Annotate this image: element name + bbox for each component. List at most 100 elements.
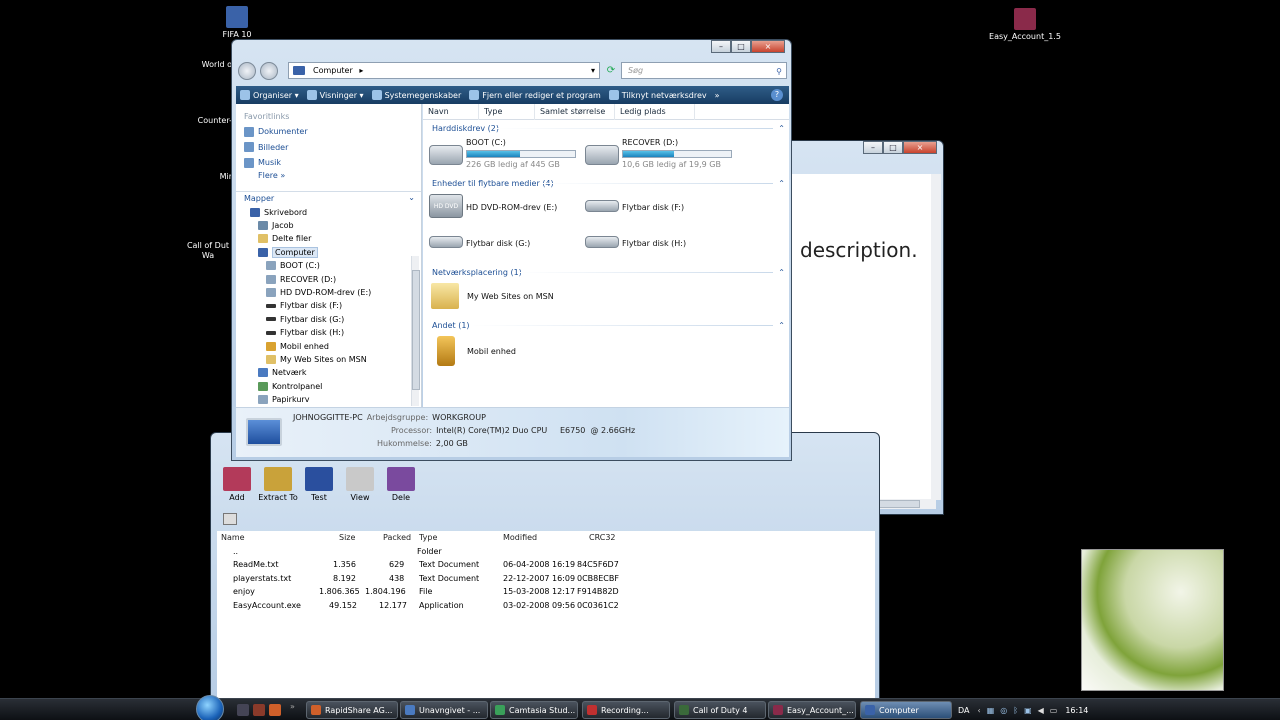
tree-item[interactable]: Papirkurv [236, 393, 421, 406]
tree-item[interactable]: Netværk [236, 366, 421, 379]
tree-scrollbar[interactable] [411, 256, 420, 406]
language-indicator[interactable]: DA [958, 706, 970, 715]
group-other[interactable]: Andet (1) ⌃ [423, 319, 789, 332]
wireless-tray-icon[interactable]: ◎ [1000, 706, 1007, 715]
close-button[interactable]: × [903, 141, 937, 154]
table-row[interactable]: ReadMe.txt 1.356 629 Text Document 06-04… [217, 558, 875, 572]
tree-item-computer[interactable]: Computer [236, 246, 421, 259]
task-button[interactable]: Camtasia Stud... [490, 701, 578, 719]
tray-expand-icon[interactable]: ‹ [978, 706, 981, 715]
winrar-window[interactable]: Add Extract To Test View Dele Name Size … [210, 432, 880, 700]
tree-item[interactable]: BOOT (C:) [236, 259, 421, 272]
archive-file-list[interactable]: Name Size Packed Type Modified CRC32 .. … [217, 531, 875, 699]
search-icon[interactable]: ⚲ [776, 64, 782, 79]
maximize-button[interactable]: □ [883, 141, 903, 154]
display-tray-icon[interactable]: ▣ [1024, 706, 1032, 715]
desktop-icon-mir[interactable]: Mir [172, 172, 232, 182]
chevron-up-icon[interactable]: ⌃ [778, 177, 785, 190]
address-dropdown-icon[interactable]: ▾ [591, 63, 595, 78]
task-button[interactable]: Call of Duty 4 [674, 701, 766, 719]
tree-item[interactable]: My Web Sites on MSN [236, 353, 421, 366]
favorite-music[interactable]: Musik [236, 155, 421, 171]
table-row[interactable]: playerstats.txt 8.192 438 Text Document … [217, 572, 875, 586]
back-button[interactable] [238, 62, 256, 80]
col-free-space[interactable]: Ledig plads [615, 103, 695, 120]
col-packed[interactable]: Packed [383, 531, 411, 545]
tree-item[interactable]: Kontrolpanel [236, 380, 421, 393]
col-modified[interactable]: Modified [503, 531, 537, 545]
winrar-test-button[interactable]: Test [299, 467, 339, 509]
bluetooth-tray-icon[interactable]: ᛒ [1013, 706, 1018, 715]
start-button[interactable] [196, 695, 224, 720]
task-button-active[interactable]: Computer [860, 701, 952, 719]
quick-launch-icon[interactable] [253, 704, 265, 716]
network-location-msn[interactable]: My Web Sites on MSN [431, 283, 554, 309]
show-desktop-icon[interactable] [237, 704, 249, 716]
desktop-icon-counter[interactable]: Counter- [172, 116, 232, 126]
chevron-up-icon[interactable]: ⌃ [778, 319, 785, 332]
tree-item[interactable]: Flytbar disk (G:) [236, 313, 421, 326]
task-button[interactable]: Easy_Account_... [768, 701, 856, 719]
winrar-view-button[interactable]: View [340, 467, 380, 509]
address-bar[interactable]: Computer ▸ ▾ [288, 62, 600, 79]
drive-d[interactable]: RECOVER (D:) 10,6 GB ledig af 19,9 GB [585, 137, 732, 170]
winrar-add-button[interactable]: Add [217, 467, 257, 509]
col-crc[interactable]: CRC32 [589, 531, 616, 545]
search-input[interactable]: Søg ⚲ [621, 62, 787, 79]
desktop-icon-world[interactable]: World o [172, 60, 232, 70]
scroll-thumb[interactable] [412, 270, 420, 390]
views-button[interactable]: Visninger ▾ [306, 90, 364, 100]
system-properties-button[interactable]: Systemegenskaber [371, 90, 461, 100]
table-row[interactable]: enjoy 1.806.365 1.804.196 File 15-03-200… [217, 585, 875, 599]
tree-item[interactable]: RECOVER (D:) [236, 272, 421, 285]
col-total-size[interactable]: Samlet størrelse [535, 103, 615, 120]
col-type[interactable]: Type [479, 103, 535, 120]
group-hard-drives[interactable]: Harddiskdrev (2) ⌃ [423, 122, 789, 135]
up-folder-button[interactable] [223, 513, 237, 525]
favorites-more-link[interactable]: Flere » [236, 171, 421, 187]
tree-item[interactable]: Flytbar disk (H:) [236, 326, 421, 339]
chevron-up-icon[interactable]: ⌃ [778, 266, 785, 279]
group-network[interactable]: Netværksplacering (1) ⌃ [423, 266, 789, 279]
task-button[interactable]: Unavngivet - ... [400, 701, 488, 719]
chevron-down-icon[interactable]: ⌄ [408, 193, 415, 202]
mobile-device[interactable]: Mobil enhed [431, 336, 516, 366]
tree-item[interactable]: Delte filer [236, 232, 421, 245]
drive-g[interactable]: Flytbar disk (G:) [429, 230, 530, 249]
col-type[interactable]: Type [419, 531, 437, 545]
monitor-tray-icon[interactable]: ▭ [1050, 706, 1058, 715]
drive-c[interactable]: BOOT (C:) 226 GB ledig af 445 GB [429, 137, 576, 170]
firefox-icon[interactable] [269, 704, 281, 716]
table-row[interactable]: EasyAccount.exe 49.152 12.177 Applicatio… [217, 599, 875, 613]
close-button[interactable]: × [751, 40, 785, 53]
maximize-button[interactable]: □ [731, 40, 751, 53]
forward-button[interactable] [260, 62, 278, 80]
drive-e[interactable]: HD DVD HD DVD-ROM-drev (E:) [429, 194, 557, 218]
network-tray-icon[interactable]: ▦ [987, 706, 995, 715]
winrar-delete-button[interactable]: Dele [381, 467, 421, 509]
explorer-window[interactable]: – □ × Computer ▸ ▾ ⟳ Søg ⚲ Organiser ▾ V… [231, 39, 792, 461]
favorite-pictures[interactable]: Billeder [236, 140, 421, 156]
tree-item[interactable]: HD DVD-ROM-drev (E:) [236, 286, 421, 299]
tree-item[interactable]: Mobil enhed [236, 339, 421, 352]
drive-h[interactable]: Flytbar disk (H:) [585, 230, 686, 249]
document-vertical-scrollbar[interactable] [931, 174, 941, 500]
col-size[interactable]: Size [339, 531, 355, 545]
col-name[interactable]: Name [221, 531, 245, 545]
breadcrumb-chevron-icon[interactable]: ▸ [359, 66, 363, 75]
group-removable[interactable]: Enheder til flytbare medier (4) ⌃ [423, 177, 789, 190]
help-icon[interactable]: ? [771, 89, 783, 101]
minimize-button[interactable]: – [863, 141, 883, 154]
task-button[interactable]: RapidShare AG... [306, 701, 398, 719]
task-button[interactable]: Recording... [582, 701, 670, 719]
clock[interactable]: 16:14 [1065, 706, 1088, 715]
volume-tray-icon[interactable]: ◀ [1038, 706, 1044, 715]
quick-launch-more-icon[interactable]: » [290, 702, 295, 711]
col-name[interactable]: Navn [423, 103, 479, 120]
desktop-icon-call-of-duty[interactable]: Call of Dut Wa [182, 232, 234, 270]
winrar-extract-button[interactable]: Extract To [258, 467, 298, 509]
tree-item[interactable]: Flytbar disk (F:) [236, 299, 421, 312]
folders-header[interactable]: Mapper ⌄ [236, 190, 421, 206]
minimize-button[interactable]: – [711, 40, 731, 53]
uninstall-button[interactable]: Fjern eller rediger et program [469, 90, 601, 100]
